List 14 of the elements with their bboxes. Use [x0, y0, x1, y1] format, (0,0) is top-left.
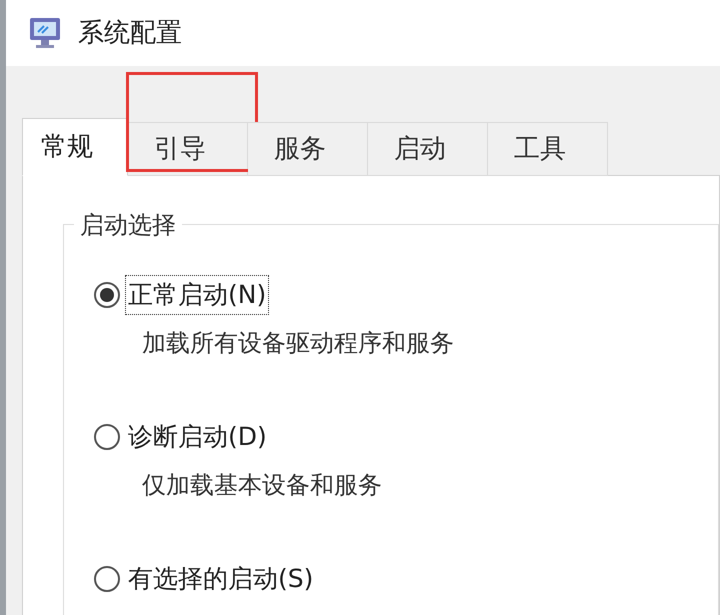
tab[interactable]: 服务 [248, 122, 368, 176]
option-label[interactable]: 有选择的启动(S) [126, 560, 316, 598]
tab[interactable]: 引导 [128, 122, 248, 176]
option-label[interactable]: 正常启动(N) [126, 276, 268, 314]
tab[interactable]: 启动 [368, 122, 488, 176]
option-label[interactable]: 诊断启动(D) [126, 418, 269, 456]
radio-button[interactable] [94, 282, 120, 308]
option-description: 仅加载基本设备和服务 [142, 470, 382, 501]
option-description: 加载所有设备驱动程序和服务 [142, 328, 454, 359]
window-title: 系统配置 [78, 16, 182, 50]
radio-button[interactable] [94, 424, 120, 450]
tab[interactable]: 常规 [22, 118, 128, 176]
radio-button[interactable] [94, 566, 120, 592]
tab[interactable]: 工具 [488, 122, 608, 176]
